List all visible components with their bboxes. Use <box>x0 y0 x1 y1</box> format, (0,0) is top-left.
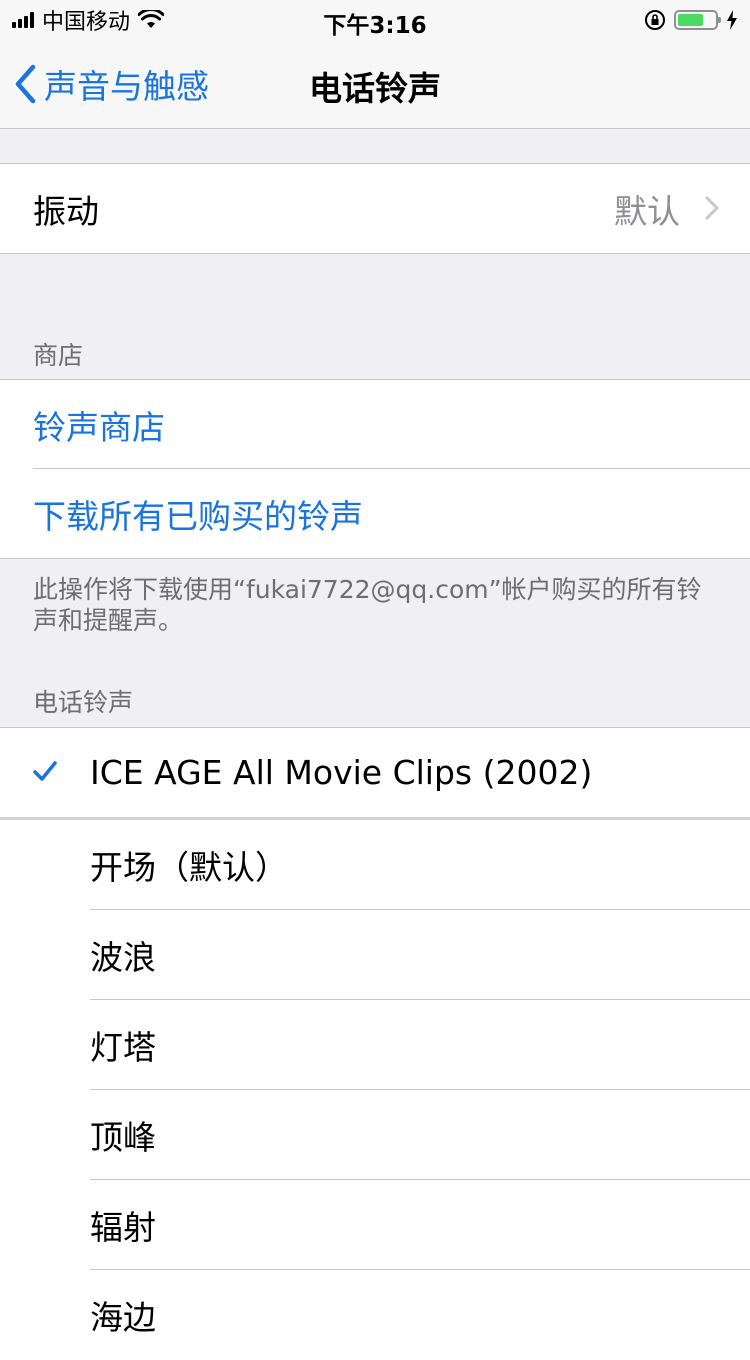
ringtone-list: 开场（默认） 波浪 灯塔 顶峰 辐射 海边 <box>0 820 750 1360</box>
ringtone-label: 辐射 <box>90 1208 156 1247</box>
status-right <box>644 6 738 34</box>
battery-icon <box>674 10 721 30</box>
vibration-row[interactable]: 振动 默认 <box>0 164 750 253</box>
navigation-bar: 声音与触感 电话铃声 <box>0 40 750 129</box>
selected-ringtone-group: ICE AGE All Movie Clips (2002) <box>0 727 750 820</box>
orientation-lock-icon <box>645 10 665 30</box>
status-bar: 中国移动 下午3:16 <box>0 0 750 40</box>
chevron-right-icon <box>705 196 719 220</box>
status-time: 下午3:16 <box>323 13 427 39</box>
vibration-group: 振动 默认 <box>0 163 750 254</box>
store-group: 铃声商店 下载所有已购买的铃声 <box>0 379 750 559</box>
vibration-label: 振动 <box>33 191 99 231</box>
ringtone-label: 顶峰 <box>90 1118 156 1157</box>
ringtone-row[interactable]: 波浪 <box>0 910 750 1000</box>
page-title: 电话铃声 <box>309 69 441 108</box>
ringtone-row[interactable]: 顶峰 <box>0 1090 750 1180</box>
ringtone-row[interactable]: 开场（默认） <box>0 820 750 910</box>
bolt-icon <box>727 10 737 30</box>
ringtone-label: 开场（默认） <box>90 848 288 887</box>
ringtone-row-selected[interactable]: ICE AGE All Movie Clips (2002) <box>0 728 750 817</box>
ringtone-store-label: 铃声商店 <box>33 407 165 447</box>
ringtone-label: 波浪 <box>90 938 156 977</box>
ringtone-label: ICE AGE All Movie Clips (2002) <box>90 753 593 792</box>
checkmark-icon <box>33 761 57 781</box>
ringtone-row[interactable]: 辐射 <box>0 1180 750 1270</box>
store-section-header: 商店 <box>33 341 84 370</box>
ringtone-row[interactable]: 灯塔 <box>0 1000 750 1090</box>
store-footer-note: 此操作将下载使用“fukai7722@qq.com”帐户购买的所有铃声和提醒声。 <box>33 575 702 635</box>
download-purchased-label: 下载所有已购买的铃声 <box>33 496 363 536</box>
ringtone-label: 灯塔 <box>90 1028 156 1067</box>
download-purchased-link[interactable]: 下载所有已购买的铃声 <box>0 469 750 558</box>
vibration-value: 默认 <box>614 191 680 231</box>
ringtones-section-header: 电话铃声 <box>33 688 134 717</box>
ringtone-row[interactable]: 海边 <box>0 1270 750 1360</box>
ringtone-label: 海边 <box>90 1298 156 1337</box>
ringtone-store-link[interactable]: 铃声商店 <box>0 380 750 469</box>
